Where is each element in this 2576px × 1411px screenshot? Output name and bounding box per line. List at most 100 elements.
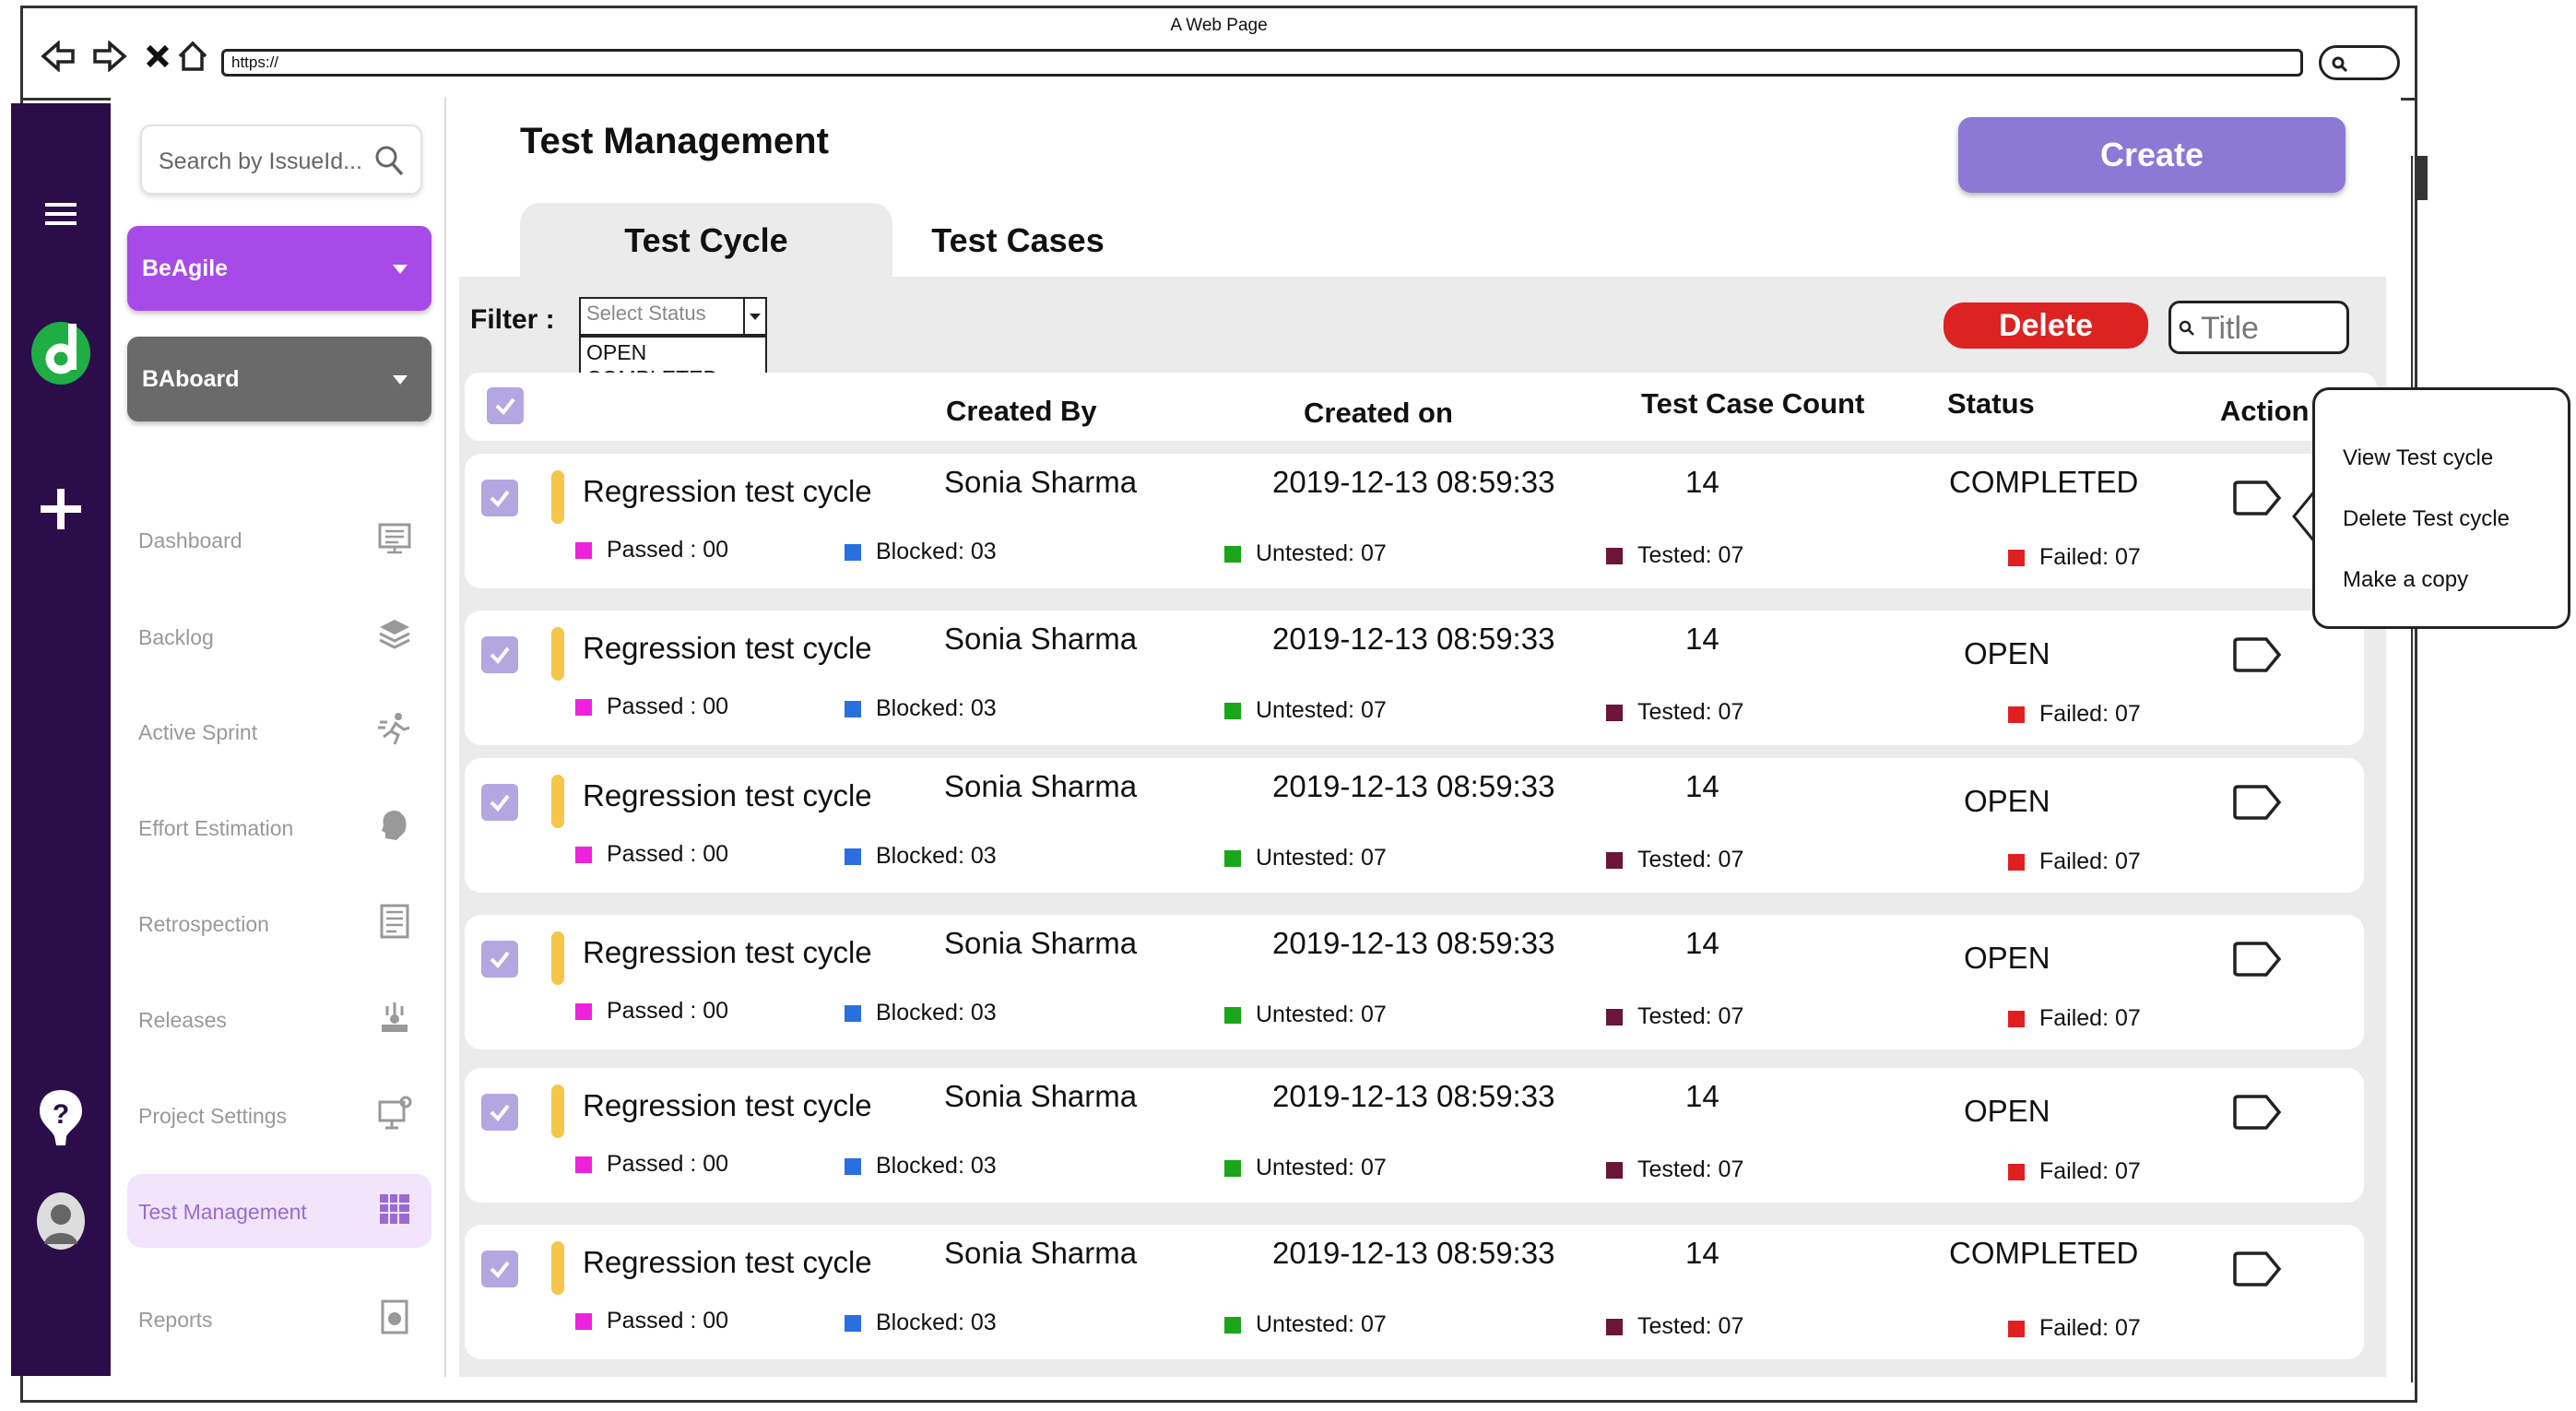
sidebar-item-project-settings[interactable]: Project Settings — [127, 1078, 431, 1152]
untested-color-swatch — [1224, 545, 1241, 563]
title-search-input[interactable]: Title — [2168, 301, 2349, 354]
blocked-stat: Blocked: 03 — [845, 1310, 997, 1336]
retrospection-board-icon — [380, 904, 409, 939]
untested-stat: Untested: 07 — [1224, 845, 1387, 872]
blocked-stat: Blocked: 03 — [845, 1153, 997, 1180]
tested-count-label: Tested: 07 — [1637, 847, 1744, 872]
column-status: Status — [1947, 387, 2035, 420]
status-select-placeholder: Select Status — [586, 302, 706, 325]
created-by: Sonia Sharma — [944, 769, 1138, 803]
check-icon — [495, 397, 515, 416]
project-dropdown-baboard[interactable]: BAboard — [127, 337, 431, 421]
cycle-title[interactable]: Regression test cycle — [583, 1245, 872, 1280]
table-row[interactable]: Regression test cycle Sonia Sharma 2019-12… — [465, 454, 2364, 588]
sidebar-item-reports[interactable]: Reports — [127, 1282, 431, 1356]
row-checkbox[interactable] — [481, 784, 518, 821]
cycle-title[interactable]: Regression test cycle — [583, 631, 872, 666]
app-logo-icon[interactable] — [11, 308, 111, 391]
action-tag-icon[interactable] — [2231, 941, 2283, 978]
test-case-count: 14 — [1685, 465, 1719, 499]
passed-count-label: Passed : 00 — [607, 1151, 729, 1177]
sidebar-item-releases[interactable]: Releases — [127, 982, 431, 1056]
action-tag-icon[interactable] — [2231, 636, 2283, 673]
passed-stat: Passed : 00 — [575, 694, 728, 720]
tested-count-label: Tested: 07 — [1637, 699, 1744, 725]
row-checkbox[interactable] — [481, 636, 518, 673]
menu-item-delete-test-cycle[interactable]: Delete Test cycle — [2343, 506, 2510, 532]
search-input[interactable]: Search by IssueId... — [140, 125, 422, 195]
blocked-stat: Blocked: 03 — [845, 843, 997, 870]
action-tag-icon[interactable] — [2231, 1251, 2283, 1287]
help-icon[interactable]: ? — [11, 1081, 111, 1155]
check-icon — [490, 646, 510, 665]
table-row[interactable]: Regression test cycle Sonia Sharma 2019-12… — [465, 758, 2364, 893]
passed-count-label: Passed : 00 — [607, 1308, 729, 1334]
row-status-indicator — [551, 470, 564, 524]
row-status-indicator — [551, 931, 564, 985]
table-row[interactable]: Regression test cycle Sonia Sharma 2019-12… — [465, 915, 2364, 1049]
project-dropdown-beagile[interactable]: BeAgile — [127, 226, 431, 311]
check-icon — [490, 1104, 510, 1122]
home-icon[interactable] — [171, 36, 215, 77]
tab-test-cycle[interactable]: Test Cycle — [520, 203, 892, 279]
cycle-title[interactable]: Regression test cycle — [583, 935, 872, 970]
chevron-down-icon[interactable] — [743, 299, 765, 334]
failed-color-swatch — [2008, 549, 2025, 566]
cycle-title[interactable]: Regression test cycle — [583, 474, 872, 509]
user-avatar-icon[interactable] — [11, 1184, 111, 1258]
untested-color-swatch — [1224, 1006, 1241, 1024]
tab-test-cases[interactable]: Test Cases — [880, 203, 1156, 279]
select-all-checkbox[interactable] — [487, 387, 524, 424]
cycle-title[interactable]: Regression test cycle — [583, 778, 872, 813]
row-checkbox[interactable] — [481, 941, 518, 978]
blocked-count-label: Blocked: 03 — [876, 1310, 997, 1335]
back-icon[interactable] — [36, 36, 80, 77]
table-row[interactable]: Regression test cycle Sonia Sharma 2019-12… — [465, 1068, 2364, 1203]
url-bar[interactable]: https:// — [221, 49, 2303, 77]
status-option-open[interactable]: OPEN — [586, 339, 760, 365]
sidebar-item-label: Dashboard — [138, 528, 242, 552]
row-status-indicator — [551, 627, 564, 681]
action-tag-icon[interactable] — [2231, 784, 2283, 821]
table-row[interactable]: Regression test cycle Sonia Sharma 2019-12… — [465, 611, 2364, 745]
add-icon[interactable] — [11, 477, 111, 541]
menu-item-make-a-copy[interactable]: Make a copy — [2343, 567, 2468, 593]
blocked-color-swatch — [845, 1314, 861, 1332]
table-row[interactable]: Regression test cycle Sonia Sharma 2019-12… — [465, 1225, 2364, 1359]
action-tag-icon[interactable] — [2231, 480, 2283, 516]
row-checkbox[interactable] — [481, 480, 518, 516]
status-select[interactable]: Select Status — [579, 297, 767, 336]
failed-stat: Failed: 07 — [2008, 701, 2141, 728]
vertical-scrollbar[interactable] — [2411, 156, 2431, 1382]
row-checkbox[interactable] — [481, 1251, 518, 1287]
browser-search-box[interactable] — [2319, 45, 2400, 80]
column-created-on: Created on — [1304, 397, 1453, 429]
sidebar: Search by IssueId... BeAgile BAboard Das… — [111, 97, 446, 1377]
sidebar-item-backlog[interactable]: Backlog — [127, 599, 431, 673]
sidebar-item-active-sprint[interactable]: Active Sprint — [127, 694, 431, 768]
sidebar-item-effort-estimation[interactable]: Effort Estimation — [127, 790, 431, 864]
created-on: 2019-12-13 08:59:33 — [1272, 465, 1555, 499]
untested-stat: Untested: 07 — [1224, 1311, 1387, 1338]
sidebar-item-dashboard[interactable]: Dashboard — [127, 503, 431, 576]
sidebar-item-test-management[interactable]: Test Management — [127, 1174, 431, 1248]
action-tag-icon[interactable] — [2231, 1094, 2283, 1131]
create-button[interactable]: Create — [1958, 117, 2346, 193]
cycle-title[interactable]: Regression test cycle — [583, 1088, 872, 1123]
passed-color-swatch — [575, 846, 592, 863]
check-icon — [490, 490, 510, 508]
tested-stat: Tested: 07 — [1606, 1313, 1743, 1340]
row-checkbox[interactable] — [481, 1094, 518, 1131]
sidebar-item-retrospection[interactable]: Retrospection — [127, 886, 431, 960]
status-value: OPEN — [1964, 941, 2050, 975]
hamburger-menu-icon[interactable] — [11, 191, 111, 237]
passed-stat: Passed : 00 — [575, 998, 728, 1025]
status-value: OPEN — [1964, 636, 2050, 670]
delete-button[interactable]: Delete — [1944, 302, 2148, 349]
filter-label: Filter : — [470, 304, 555, 335]
menu-item-view-test-cycle[interactable]: View Test cycle — [2343, 445, 2493, 471]
failed-count-label: Failed: 07 — [2039, 1158, 2141, 1184]
chevron-down-icon — [393, 375, 408, 385]
failed-color-swatch — [2008, 1163, 2025, 1180]
forward-icon[interactable] — [88, 36, 132, 77]
